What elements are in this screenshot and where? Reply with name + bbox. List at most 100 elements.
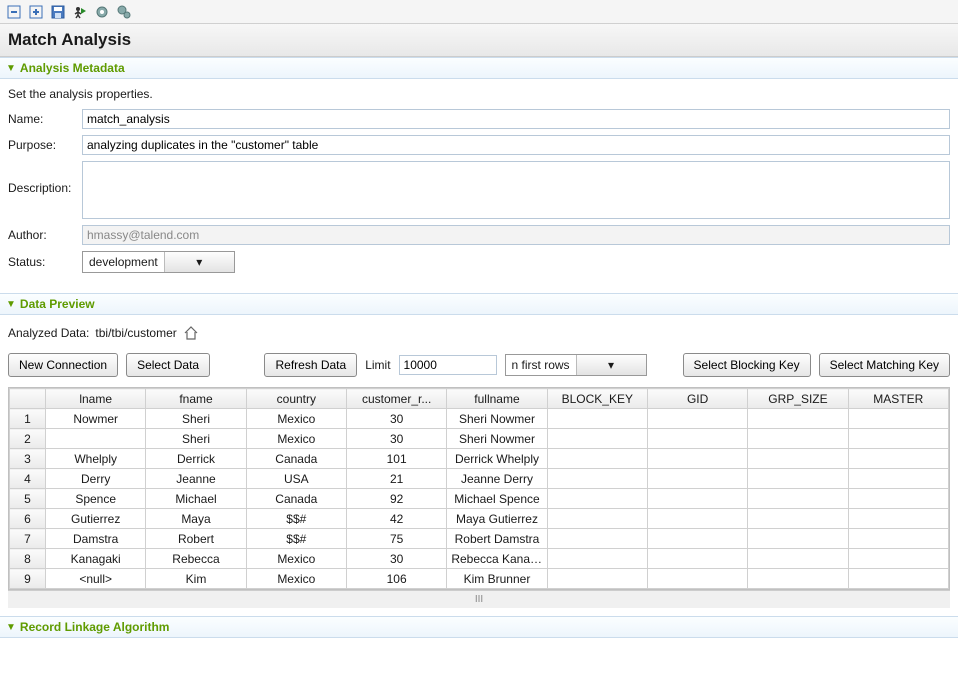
data-cell[interactable]: Gutierrez — [46, 509, 146, 529]
rownum-cell[interactable]: 5 — [10, 489, 46, 509]
col-fname[interactable]: fname — [146, 389, 246, 409]
table-row[interactable]: 6GutierrezMaya$$#42Maya Gutierrez — [10, 509, 949, 529]
data-cell[interactable] — [547, 429, 647, 449]
data-cell[interactable]: Jeanne Derry — [447, 469, 547, 489]
data-cell[interactable] — [647, 549, 747, 569]
section-header-linkage[interactable]: ▼ Record Linkage Algorithm — [0, 616, 958, 638]
data-cell[interactable]: Sheri Nowmer — [447, 409, 547, 429]
rownum-cell[interactable]: 3 — [10, 449, 46, 469]
data-cell[interactable]: Derrick Whelply — [447, 449, 547, 469]
data-cell[interactable] — [547, 469, 647, 489]
data-cell[interactable]: Kim — [146, 569, 246, 589]
col-gid[interactable]: GID — [647, 389, 747, 409]
data-cell[interactable]: Canada — [246, 489, 346, 509]
data-cell[interactable] — [547, 509, 647, 529]
data-cell[interactable] — [647, 449, 747, 469]
data-cell[interactable]: Derrick — [146, 449, 246, 469]
table-row[interactable]: 2SheriMexico30Sheri Nowmer — [10, 429, 949, 449]
data-cell[interactable] — [647, 489, 747, 509]
collapse-icon[interactable] — [6, 4, 22, 20]
data-cell[interactable]: 30 — [346, 549, 446, 569]
data-cell[interactable]: Michael Spence — [447, 489, 547, 509]
data-cell[interactable]: Mexico — [246, 409, 346, 429]
rownum-cell[interactable]: 9 — [10, 569, 46, 589]
data-cell[interactable] — [848, 429, 948, 449]
data-cell[interactable]: 42 — [346, 509, 446, 529]
data-cell[interactable] — [748, 509, 848, 529]
data-cell[interactable] — [46, 429, 146, 449]
data-cell[interactable] — [748, 429, 848, 449]
table-row[interactable]: 9<null>KimMexico106Kim Brunner — [10, 569, 949, 589]
data-cell[interactable]: Mexico — [246, 569, 346, 589]
data-cell[interactable] — [647, 529, 747, 549]
data-cell[interactable]: Jeanne — [146, 469, 246, 489]
data-cell[interactable]: Sheri — [146, 429, 246, 449]
data-cell[interactable]: Kim Brunner — [447, 569, 547, 589]
data-cell[interactable]: Kanagaki — [46, 549, 146, 569]
home-icon[interactable] — [183, 325, 199, 341]
rownum-cell[interactable]: 6 — [10, 509, 46, 529]
select-matching-key-button[interactable]: Select Matching Key — [819, 353, 950, 377]
data-cell[interactable]: Rebecca Kanagaki — [447, 549, 547, 569]
data-cell[interactable]: Rebecca — [146, 549, 246, 569]
status-select[interactable]: development ▾ — [82, 251, 235, 273]
data-cell[interactable]: Derry — [46, 469, 146, 489]
data-cell[interactable]: Whelply — [46, 449, 146, 469]
purpose-input[interactable] — [82, 135, 950, 155]
data-cell[interactable] — [547, 569, 647, 589]
rownum-cell[interactable]: 1 — [10, 409, 46, 429]
description-input[interactable] — [82, 161, 950, 219]
data-cell[interactable] — [848, 409, 948, 429]
data-cell[interactable] — [647, 409, 747, 429]
data-cell[interactable] — [748, 569, 848, 589]
data-cell[interactable]: <null> — [46, 569, 146, 589]
data-cell[interactable]: 106 — [346, 569, 446, 589]
data-cell[interactable] — [647, 429, 747, 449]
data-cell[interactable] — [748, 549, 848, 569]
table-row[interactable]: 5SpenceMichaelCanada92Michael Spence — [10, 489, 949, 509]
select-data-button[interactable]: Select Data — [126, 353, 210, 377]
settings-icon[interactable] — [94, 4, 110, 20]
section-header-preview[interactable]: ▼ Data Preview — [0, 293, 958, 315]
data-cell[interactable] — [547, 449, 647, 469]
horizontal-scrollbar[interactable]: III — [8, 590, 950, 608]
col-master[interactable]: MASTER — [848, 389, 948, 409]
save-icon[interactable] — [50, 4, 66, 20]
data-cell[interactable] — [848, 489, 948, 509]
data-cell[interactable]: $$# — [246, 529, 346, 549]
table-row[interactable]: 3WhelplyDerrickCanada101Derrick Whelply — [10, 449, 949, 469]
data-cell[interactable] — [647, 509, 747, 529]
data-cell[interactable] — [748, 469, 848, 489]
table-row[interactable]: 7DamstraRobert$$#75Robert Damstra — [10, 529, 949, 549]
name-input[interactable] — [82, 109, 950, 129]
data-cell[interactable]: Sheri Nowmer — [447, 429, 547, 449]
data-cell[interactable]: Damstra — [46, 529, 146, 549]
col-country[interactable]: country — [246, 389, 346, 409]
col-grp-size[interactable]: GRP_SIZE — [748, 389, 848, 409]
rownum-cell[interactable]: 4 — [10, 469, 46, 489]
data-cell[interactable]: Maya Gutierrez — [447, 509, 547, 529]
col-fullname[interactable]: fullname — [447, 389, 547, 409]
data-cell[interactable]: 75 — [346, 529, 446, 549]
data-cell[interactable]: 101 — [346, 449, 446, 469]
expand-icon[interactable] — [28, 4, 44, 20]
data-cell[interactable] — [748, 489, 848, 509]
settings2-icon[interactable] — [116, 4, 132, 20]
data-cell[interactable]: Mexico — [246, 429, 346, 449]
data-cell[interactable] — [848, 469, 948, 489]
table-row[interactable]: 1NowmerSheriMexico30Sheri Nowmer — [10, 409, 949, 429]
data-cell[interactable]: Canada — [246, 449, 346, 469]
data-cell[interactable] — [848, 549, 948, 569]
data-cell[interactable] — [748, 409, 848, 429]
data-cell[interactable] — [547, 529, 647, 549]
data-cell[interactable] — [848, 569, 948, 589]
section-header-metadata[interactable]: ▼ Analysis Metadata — [0, 57, 958, 79]
data-cell[interactable]: Michael — [146, 489, 246, 509]
data-cell[interactable]: Robert — [146, 529, 246, 549]
data-cell[interactable]: $$# — [246, 509, 346, 529]
col-lname[interactable]: lname — [46, 389, 146, 409]
rows-mode-select[interactable]: n first rows ▾ — [505, 354, 647, 376]
data-table-container[interactable]: lname fname country customer_r... fullna… — [8, 387, 950, 590]
data-cell[interactable]: 92 — [346, 489, 446, 509]
refresh-data-button[interactable]: Refresh Data — [264, 353, 357, 377]
